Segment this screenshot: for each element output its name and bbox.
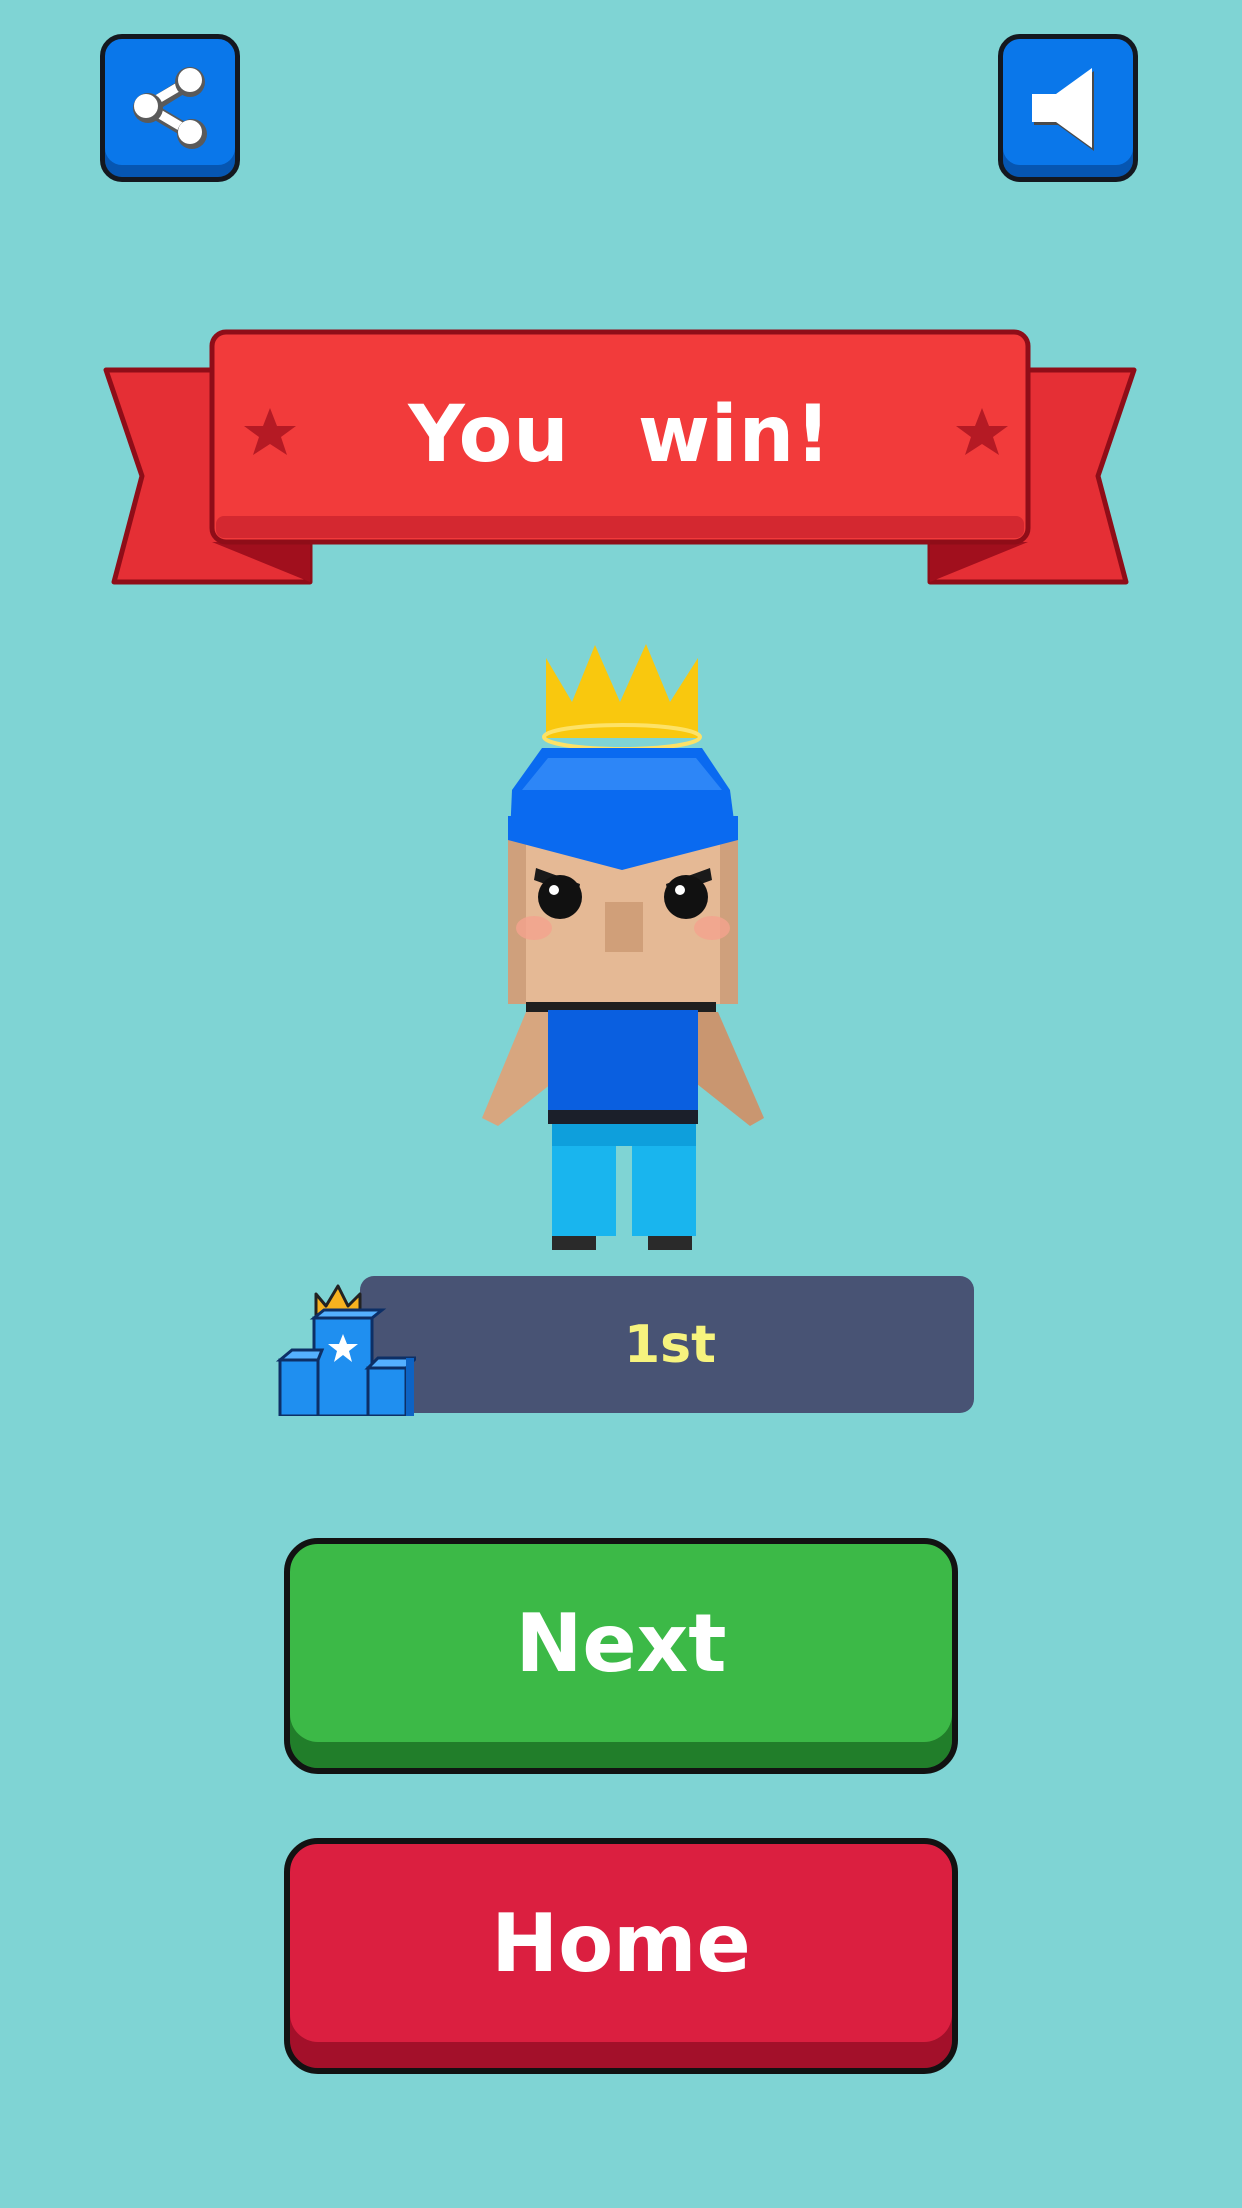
crowned-player-character <box>482 644 764 1250</box>
speaker-icon <box>1032 68 1094 151</box>
share-button[interactable] <box>100 34 240 182</box>
home-button[interactable]: Home <box>284 1838 958 2074</box>
crown-icon <box>542 644 702 751</box>
sound-toggle-button[interactable] <box>998 34 1138 182</box>
win-title: You win! <box>408 390 832 480</box>
share-icon <box>133 67 207 149</box>
rank-label: 1st <box>624 1314 716 1375</box>
podium-crown-icon <box>276 1284 416 1416</box>
next-button[interactable]: Next <box>284 1538 958 1774</box>
